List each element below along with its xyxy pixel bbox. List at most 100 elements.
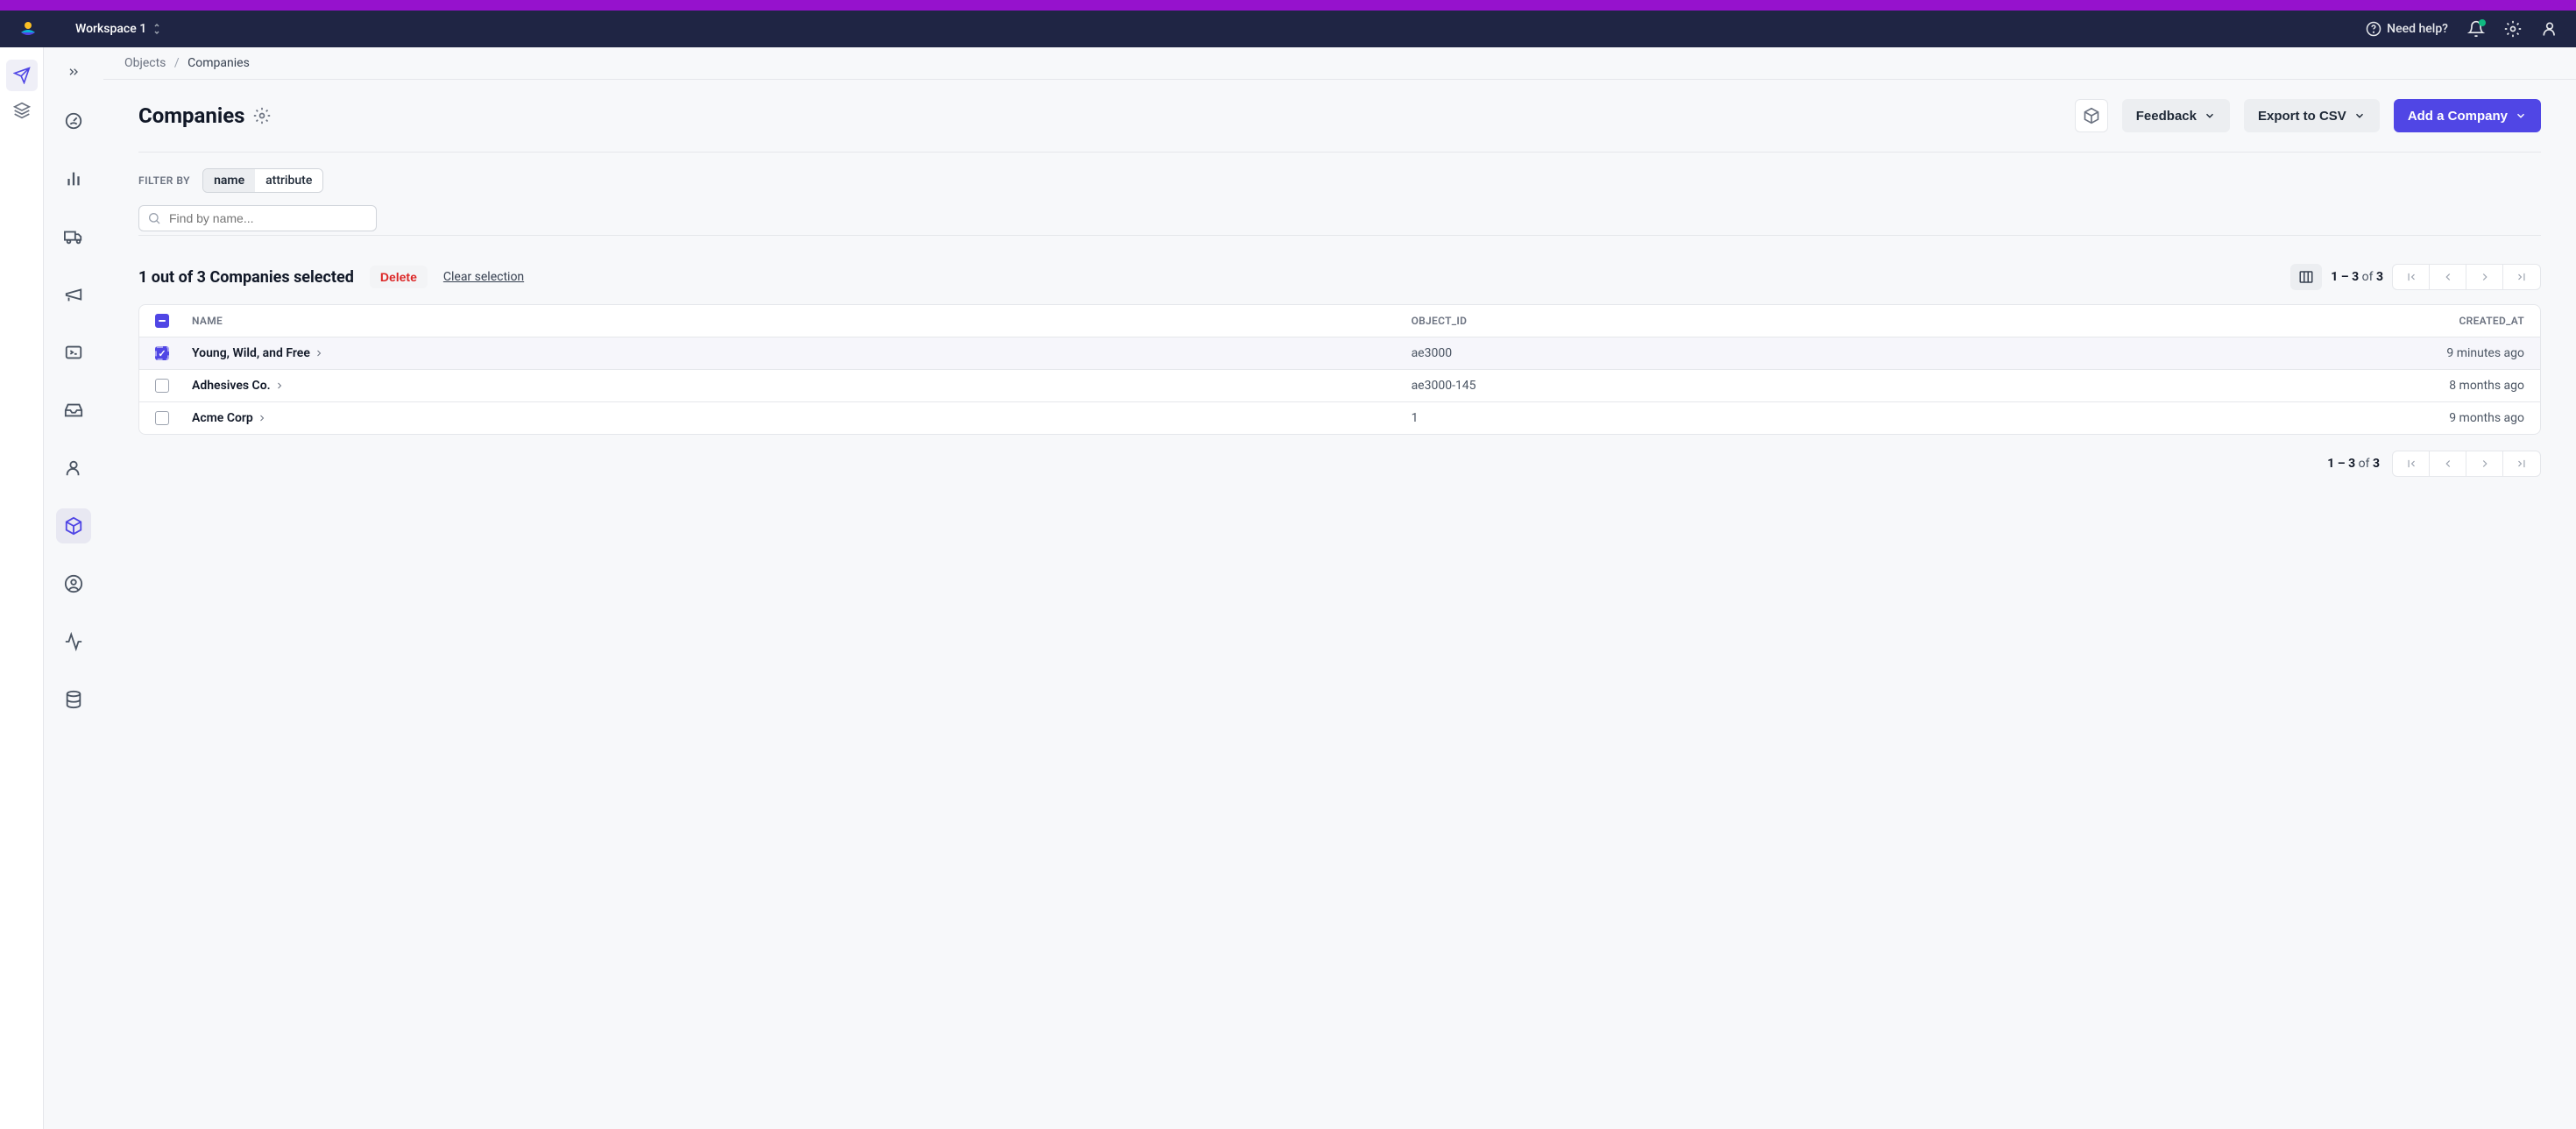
clear-selection-link[interactable]: Clear selection: [443, 270, 524, 284]
row-name-link[interactable]: Acme Corp: [192, 411, 1412, 425]
page-title: Companies: [138, 103, 244, 128]
pager-first[interactable]: [2393, 451, 2430, 476]
row-checkbox[interactable]: [155, 379, 169, 393]
brand-stripe: [0, 0, 2576, 11]
row-created-at: 9 months ago: [2349, 411, 2524, 425]
cube-icon: [2083, 107, 2100, 124]
pager-prev[interactable]: [2430, 451, 2466, 476]
help-icon: [2366, 21, 2381, 37]
sidebar-item-campaigns[interactable]: [6, 60, 38, 91]
column-object-id[interactable]: OBJECT_ID: [1412, 315, 2349, 327]
user-circle-icon: [64, 574, 83, 593]
delete-button[interactable]: Delete: [370, 266, 428, 288]
person-icon: [64, 458, 83, 478]
nav-people[interactable]: [56, 451, 91, 486]
sidebar-expand[interactable]: [56, 63, 91, 81]
settings-button[interactable]: [2504, 20, 2522, 38]
row-name-link[interactable]: Young, Wild, and Free: [192, 346, 1412, 360]
notifications-button[interactable]: [2467, 20, 2485, 38]
chevron-right-icon: [274, 380, 285, 391]
top-nav: Workspace 1 Need help?: [0, 11, 2576, 47]
pager-prev[interactable]: [2430, 265, 2466, 289]
feedback-label: Feedback: [2136, 109, 2197, 124]
app-logo[interactable]: [18, 18, 39, 39]
row-checkbox[interactable]: [155, 411, 169, 425]
truck-icon: [64, 227, 83, 246]
bar-chart-icon: [64, 169, 83, 188]
inbox-icon: [64, 401, 83, 420]
object-view-button[interactable]: [2075, 99, 2108, 132]
row-checkbox[interactable]: ✓: [155, 346, 169, 360]
breadcrumb: Objects / Companies: [103, 47, 2576, 80]
pager-next[interactable]: [2466, 451, 2503, 476]
row-object-id: 1: [1412, 411, 2349, 425]
row-name-link[interactable]: Adhesives Co.: [192, 379, 1412, 393]
filter-by-attribute[interactable]: attribute: [255, 169, 322, 192]
columns-button[interactable]: [2290, 264, 2322, 290]
filter-row: FILTER BY name attribute: [138, 153, 2541, 205]
send-icon: [13, 67, 31, 84]
chevron-updown-icon: [152, 23, 162, 35]
page-header: Companies Feedback Export to CSV: [138, 99, 2541, 153]
column-name[interactable]: NAME: [192, 315, 1412, 327]
nav-account-circle[interactable]: [56, 566, 91, 601]
column-created-at[interactable]: CREATED_AT: [2349, 315, 2524, 327]
columns-icon: [2298, 269, 2314, 285]
gear-icon: [253, 107, 271, 124]
primary-sidebar: [0, 47, 44, 1129]
filter-by-name[interactable]: name: [203, 169, 255, 192]
export-csv-button[interactable]: Export to CSV: [2244, 99, 2380, 132]
workspace-selector[interactable]: Workspace 1: [75, 22, 162, 36]
pager-first[interactable]: [2393, 265, 2430, 289]
nav-broadcast[interactable]: [56, 277, 91, 312]
nav-activity[interactable]: [56, 624, 91, 659]
table-row[interactable]: ✓ Young, Wild, and Free ae3000 9 minutes…: [139, 337, 2540, 370]
account-button[interactable]: [2541, 20, 2558, 38]
add-company-button[interactable]: Add a Company: [2394, 99, 2541, 132]
nav-inbox[interactable]: [56, 393, 91, 428]
nav-objects[interactable]: [56, 508, 91, 543]
nav-delivery[interactable]: [56, 219, 91, 254]
chevron-right-icon: [314, 348, 324, 359]
add-company-label: Add a Company: [2408, 109, 2508, 124]
workspace-name: Workspace 1: [75, 22, 146, 36]
user-icon: [2541, 20, 2558, 38]
sidebar-item-layers[interactable]: [6, 95, 38, 126]
chevron-down-icon: [2204, 110, 2216, 122]
pager-last[interactable]: [2503, 265, 2540, 289]
nav-analytics[interactable]: [56, 161, 91, 196]
cube-icon: [64, 516, 83, 536]
breadcrumb-root[interactable]: Objects: [124, 56, 166, 70]
row-created-at: 9 minutes ago: [2349, 346, 2524, 360]
table-header: NAME OBJECT_ID CREATED_AT: [139, 305, 2540, 337]
need-help-button[interactable]: Need help?: [2366, 21, 2448, 37]
filter-toggle: name attribute: [202, 168, 323, 193]
chevron-down-icon: [2515, 110, 2527, 122]
gear-icon: [2504, 20, 2522, 38]
select-all-checkbox[interactable]: [155, 314, 169, 328]
row-object-id: ae3000-145: [1412, 379, 2349, 393]
table-row[interactable]: Acme Corp 1 9 months ago: [139, 402, 2540, 434]
pager-top: [2392, 264, 2541, 290]
pagination-info-top: 1 – 3 of 3: [2331, 270, 2383, 284]
pager-next[interactable]: [2466, 265, 2503, 289]
pager-bottom: [2392, 451, 2541, 477]
table-row[interactable]: Adhesives Co. ae3000-145 8 months ago: [139, 370, 2540, 402]
page-settings-button[interactable]: [253, 107, 271, 124]
nav-dashboard[interactable]: [56, 103, 91, 138]
row-object-id: ae3000: [1412, 346, 2349, 360]
selection-bar: 1 out of 3 Companies selected Delete Cle…: [138, 236, 2541, 304]
breadcrumb-separator: /: [174, 56, 180, 70]
nav-terminal[interactable]: [56, 335, 91, 370]
feedback-button[interactable]: Feedback: [2122, 99, 2230, 132]
breadcrumb-current: Companies: [188, 56, 250, 70]
nav-data[interactable]: [56, 682, 91, 717]
layers-icon: [13, 102, 31, 119]
companies-table: NAME OBJECT_ID CREATED_AT ✓ Young, Wild,…: [138, 304, 2541, 435]
export-label: Export to CSV: [2258, 109, 2346, 124]
search-icon: [147, 211, 161, 225]
search-input[interactable]: [138, 205, 377, 231]
pager-last[interactable]: [2503, 451, 2540, 476]
row-created-at: 8 months ago: [2349, 379, 2524, 393]
filter-label: FILTER BY: [138, 174, 190, 187]
